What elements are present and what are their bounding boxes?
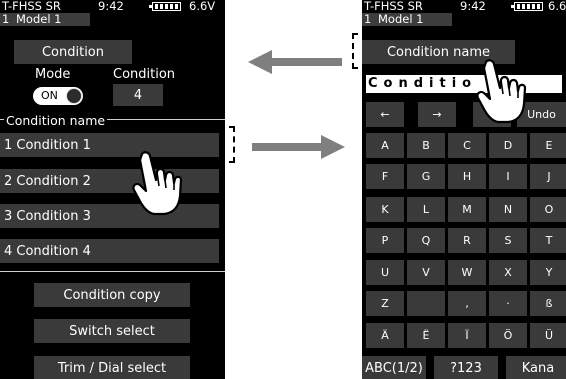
key-4-0[interactable]: P	[366, 228, 404, 253]
key-3-4[interactable]: O	[530, 197, 566, 222]
back-arrow-head	[248, 50, 272, 74]
key-7-2[interactable]: Ï	[448, 323, 486, 348]
battery-voltage: 6.6	[548, 0, 566, 13]
key-6-1[interactable]	[407, 291, 445, 316]
key-5-2[interactable]: W	[448, 260, 486, 285]
mode-label: Mode	[35, 67, 71, 82]
condition-row-3[interactable]: 3 Condition 3	[0, 204, 219, 228]
key-1-4[interactable]: E	[530, 133, 566, 158]
mode-toggle-text: ON	[41, 89, 58, 102]
battery-voltage: 6.6V	[189, 0, 216, 13]
condition-screen: T-FHSS SR 9:42 6.6V 1 Model 1 Condition M…	[0, 0, 225, 379]
symbols-key[interactable]: ?123	[434, 356, 498, 379]
model-name: Model 1	[378, 12, 424, 26]
key-6-2[interactable]: ‚	[448, 291, 486, 316]
key-4-4[interactable]: T	[530, 228, 566, 253]
back-arrow-shaft	[270, 58, 342, 66]
model-line: 1 Model 1	[0, 13, 90, 26]
mode-toggle[interactable]: ON	[33, 87, 83, 105]
key-5-1[interactable]: V	[407, 260, 445, 285]
switch-select-button[interactable]: Switch select	[34, 319, 190, 343]
key-7-4[interactable]: Ü	[530, 323, 566, 348]
forward-arrow-shaft	[252, 143, 322, 151]
key-7-1[interactable]: Ë	[407, 323, 445, 348]
key-5-4[interactable]: Y	[530, 260, 566, 285]
battery-icon	[149, 2, 181, 11]
key-2-2[interactable]: H	[448, 164, 486, 189]
key-2-0[interactable]: F	[366, 164, 404, 189]
model-name: Model 1	[16, 12, 62, 26]
model-number: 1	[2, 12, 10, 26]
key-3-2[interactable]: M	[448, 197, 486, 222]
abc-page-key[interactable]: ABC(1/2)	[362, 356, 426, 379]
key-0-0[interactable]: ←	[366, 102, 404, 127]
pointing-hand-icon	[132, 151, 183, 216]
key-2-4[interactable]: J	[530, 164, 566, 189]
key-2-1[interactable]: G	[407, 164, 445, 189]
pointing-hand-icon	[476, 59, 527, 124]
key-6-3[interactable]: ·	[489, 291, 527, 316]
key-7-0[interactable]: Ä	[366, 323, 404, 348]
condition-row-4[interactable]: 4 Condition 4	[0, 239, 219, 263]
key-5-0[interactable]: U	[366, 260, 404, 285]
key-2-3[interactable]: I	[489, 164, 527, 189]
key-6-4[interactable]: ß	[530, 291, 566, 316]
forward-arrow-head	[321, 135, 345, 159]
key-4-1[interactable]: Q	[407, 228, 445, 253]
toggle-knob	[66, 88, 82, 104]
key-4-3[interactable]: S	[489, 228, 527, 253]
actions-divider	[0, 271, 225, 272]
status-bar: T-FHSS SR 9:42 6.6 1 Model 1	[362, 0, 566, 26]
key-1-2[interactable]: C	[448, 133, 486, 158]
condition-title-button[interactable]: Condition	[14, 40, 132, 64]
key-5-3[interactable]: X	[489, 260, 527, 285]
key-1-0[interactable]: A	[366, 133, 404, 158]
selected-row-highlight	[0, 126, 235, 163]
condition-label: Condition	[113, 67, 176, 82]
clock: 9:42	[98, 0, 124, 13]
key-7-3[interactable]: Ö	[489, 323, 527, 348]
kana-key[interactable]: Kana	[506, 356, 566, 379]
key-1-3[interactable]: D	[489, 133, 527, 158]
condition-row-2[interactable]: 2 Condition 2	[0, 169, 219, 193]
trim-dial-select-button[interactable]: Trim / Dial select	[34, 356, 190, 379]
key-3-1[interactable]: L	[407, 197, 445, 222]
key-4-2[interactable]: R	[448, 228, 486, 253]
name-text-field[interactable]: Conditio n	[366, 75, 562, 93]
model-number: 1	[364, 12, 372, 26]
status-bar: T-FHSS SR 9:42 6.6V 1 Model 1	[0, 0, 225, 26]
key-1-1[interactable]: B	[407, 133, 445, 158]
clock: 9:42	[460, 0, 486, 13]
key-6-0[interactable]: Z	[366, 291, 404, 316]
condition-copy-button[interactable]: Condition copy	[34, 283, 190, 307]
key-3-0[interactable]: K	[366, 197, 404, 222]
key-0-1[interactable]: →	[418, 102, 456, 127]
condition-number-button[interactable]: 4	[113, 84, 163, 106]
battery-icon	[511, 2, 543, 11]
model-line: 1 Model 1	[362, 13, 452, 26]
key-3-3[interactable]: N	[489, 197, 527, 222]
